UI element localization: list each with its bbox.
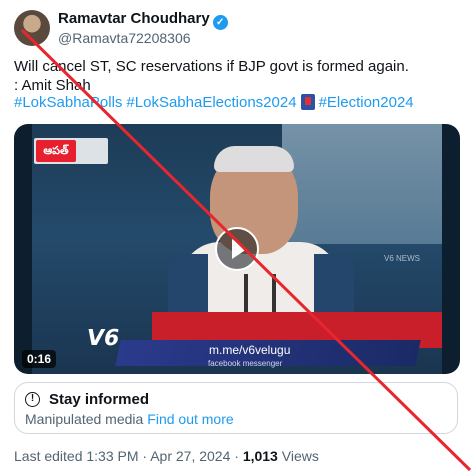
tweet-text-line: Will cancel ST, SC reservations if BJP g… [14, 58, 409, 75]
v6-logo: V6 [84, 326, 122, 351]
video-player[interactable]: ఆపత్ V6 NEWS V6 m.me/v6velugu facebook m… [14, 124, 460, 374]
handle[interactable]: @Ramavta72208306 [58, 30, 191, 46]
verified-badge-icon: ✓ [212, 15, 228, 30]
display-name-text: Ramavtar Choudhary [58, 10, 210, 27]
hashtag-link[interactable]: #Election2024 [319, 94, 414, 111]
edited-timestamp[interactable]: Last edited 1:33 PM · Apr 27, 2024 · [14, 448, 243, 464]
watermark: V6 NEWS [384, 254, 421, 263]
play-icon[interactable] [215, 227, 259, 271]
tweet-meta: Last edited 1:33 PM · Apr 27, 2024 · 1,0… [14, 448, 319, 464]
ticker-subtext: facebook messenger [208, 359, 283, 368]
channel-top-logo: ఆపత్ [36, 140, 76, 162]
notice-body: Manipulated media Find out more [25, 411, 234, 427]
views-count: 1,013 [242, 448, 278, 464]
stage-light [282, 124, 442, 244]
tweet-text-line: : Amit Shah [14, 77, 91, 94]
info-icon: ! [25, 392, 40, 407]
speaker-hair [214, 146, 294, 172]
video-duration: 0:16 [22, 350, 57, 368]
hashtag-link[interactable]: #LokSabhaPolls [14, 94, 122, 111]
views-label: Views [277, 448, 319, 464]
hashtags: #LokSabhaPolls #LokSabhaElections2024 #Ele… [14, 94, 418, 111]
notice-body-text: Manipulated media [25, 411, 144, 427]
hashtag-link[interactable]: #LokSabhaElections2024 [126, 94, 296, 111]
avatar[interactable] [14, 10, 50, 46]
ticker-text: m.me/v6velugu [209, 343, 291, 357]
find-out-more-link[interactable]: Find out more [147, 411, 233, 427]
stay-informed-notice[interactable]: ! Stay informed Manipulated media Find ou… [14, 382, 458, 434]
election-ballot-emoji-icon [300, 94, 315, 110]
tweet-text: Will cancel ST, SC reservations if BJP g… [14, 57, 464, 95]
display-name[interactable]: Ramavtar Choudhary ✓ [58, 10, 228, 30]
notice-title: Stay informed [49, 391, 150, 408]
